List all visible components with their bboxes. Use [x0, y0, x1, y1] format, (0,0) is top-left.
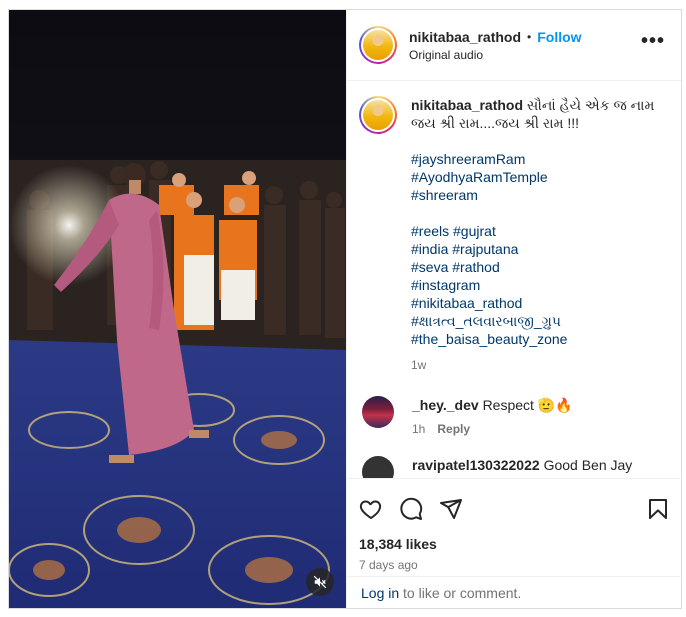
follow-button[interactable]: Follow	[537, 29, 581, 45]
login-prompt-text: to like or comment.	[399, 584, 522, 601]
comment-timestamp: 1h	[412, 422, 426, 436]
commenter-avatar[interactable]	[362, 396, 394, 428]
hashtag-link[interactable]: #india #rajputana	[411, 240, 670, 258]
caption-timestamp: 1w	[411, 358, 427, 372]
login-prompt: Log in to like or comment.	[347, 576, 682, 608]
bookmark-icon	[649, 499, 667, 519]
login-link[interactable]: Log in	[361, 585, 399, 601]
comment-text: Respect 🫡🔥	[482, 397, 573, 413]
hashtag-link[interactable]: #instagram	[411, 276, 670, 294]
hashtag-link[interactable]: #AyodhyaRamTemple	[411, 168, 670, 186]
caption-text-line2: જય શ્રી રામ....જય શ્રી રામ !!!	[411, 115, 580, 131]
post-header: nikitabaa_rathod • Follow Original audio…	[347, 10, 681, 81]
comment-bubble-icon	[400, 497, 423, 520]
heart-icon	[359, 500, 382, 519]
author-username[interactable]: nikitabaa_rathod	[409, 29, 521, 45]
post-details-panel: nikitabaa_rathod • Follow Original audio…	[346, 10, 682, 608]
author-avatar[interactable]	[359, 26, 397, 64]
paper-plane-icon	[440, 499, 462, 519]
hashtag-link[interactable]: #nikitabaa_rathod	[411, 294, 670, 312]
hashtag-list: #jayshreeramRam #AyodhyaRamTemple #shree…	[411, 150, 670, 348]
like-button[interactable]	[359, 489, 399, 529]
hashtag-link[interactable]: #jayshreeramRam	[411, 150, 670, 168]
more-options-icon[interactable]: •••	[641, 31, 665, 51]
comment-item: _hey._dev Respect 🫡🔥 1h Reply	[359, 396, 670, 436]
caption-text-line1: સૌનાં હૈયે એક જ નામ	[526, 97, 655, 113]
separator-dot: •	[527, 29, 532, 44]
share-button[interactable]	[439, 489, 479, 529]
hashtag-link[interactable]: #the_baisa_beauty_zone	[411, 330, 670, 348]
speaker-muted-icon	[313, 575, 327, 589]
caption: nikitabaa_rathod સૌનાં હૈયે એક જ નામ જય …	[359, 96, 670, 374]
hashtag-spacer	[411, 204, 670, 222]
comment-item: ravipatel130322022 Good Ben Jay Shree	[359, 456, 670, 478]
post-timestamp: 7 days ago	[359, 558, 418, 572]
commenter-avatar[interactable]	[362, 456, 394, 478]
save-button[interactable]	[630, 489, 670, 529]
commenter-username[interactable]: ravipatel130322022	[412, 457, 540, 473]
post-video[interactable]	[9, 10, 346, 608]
commenter-username[interactable]: _hey._dev	[412, 397, 479, 413]
hashtag-link[interactable]: #shreeram	[411, 186, 670, 204]
audio-link[interactable]: Original audio	[409, 48, 582, 62]
hashtag-link[interactable]: #reels #gujrat	[411, 222, 670, 240]
reply-button[interactable]: Reply	[437, 422, 470, 436]
comments-section[interactable]: nikitabaa_rathod સૌનાં હૈયે એક જ નામ જય …	[347, 82, 682, 478]
mute-button[interactable]	[306, 568, 334, 596]
hashtag-link[interactable]: #ક્ષાત્રત્વ_તલવારબાજી_ગ્રુપ	[411, 312, 670, 330]
caption-username[interactable]: nikitabaa_rathod	[411, 97, 523, 113]
post-modal: nikitabaa_rathod • Follow Original audio…	[8, 9, 682, 609]
video-frame-image	[9, 10, 346, 608]
caption-author-avatar[interactable]	[359, 96, 397, 134]
like-count[interactable]: 18,384 likes	[359, 536, 670, 552]
comment-button[interactable]	[399, 489, 439, 529]
action-bar: 18,384 likes 7 days ago	[347, 478, 682, 572]
hashtag-link[interactable]: #seva #rathod	[411, 258, 670, 276]
